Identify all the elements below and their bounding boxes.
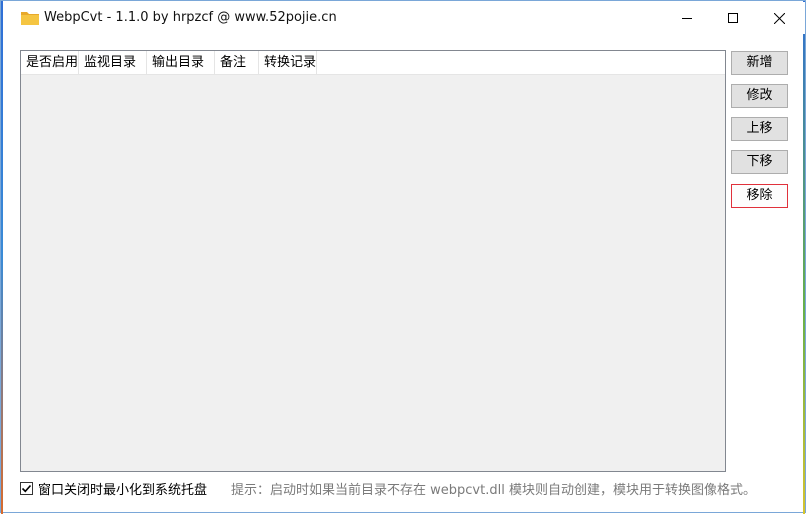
remove-button[interactable]: 移除 (731, 184, 788, 208)
edit-button[interactable]: 修改 (731, 84, 788, 108)
maximize-icon (728, 13, 738, 23)
minimize-to-tray-checkbox[interactable] (20, 481, 33, 495)
column-header-output-dir[interactable]: 输出目录 (147, 51, 215, 74)
move-up-button[interactable]: 上移 (731, 117, 788, 141)
list-header: 是否启用 监视目录 输出目录 备注 转换记录 (21, 51, 725, 75)
add-button[interactable]: 新增 (731, 51, 788, 75)
column-header-enabled[interactable]: 是否启用 (21, 51, 79, 74)
folder-icon (21, 11, 39, 25)
footer: 窗口关闭时最小化到系统托盘 提示：启动时如果当前目录不存在 webpcvt.dl… (20, 478, 800, 498)
hint-text: 提示：启动时如果当前目录不存在 webpcvt.dll 模块则自动创建，模块用于… (231, 482, 756, 498)
column-header-watch-dir[interactable]: 监视目录 (79, 51, 147, 74)
close-icon (773, 12, 785, 24)
minimize-to-tray-label[interactable]: 窗口关闭时最小化到系统托盘 (38, 479, 207, 498)
window-border-left (1, 1, 3, 514)
window-border-right (803, 1, 805, 514)
column-header-note[interactable]: 备注 (215, 51, 259, 74)
title-bar[interactable]: WebpCvt - 1.1.0 by hrpzcf @ www.52pojie.… (3, 2, 805, 34)
move-down-button[interactable]: 下移 (731, 150, 788, 174)
task-list[interactable]: 是否启用 监视目录 输出目录 备注 转换记录 (20, 50, 726, 472)
window-title: WebpCvt - 1.1.0 by hrpzcf @ www.52pojie.… (44, 10, 337, 25)
close-button[interactable] (756, 2, 802, 34)
checkmark-icon (21, 484, 32, 492)
minimize-button[interactable] (664, 2, 710, 34)
column-header-convert-log[interactable]: 转换记录 (259, 51, 317, 74)
minimize-icon (682, 18, 692, 19)
maximize-button[interactable] (710, 2, 756, 34)
